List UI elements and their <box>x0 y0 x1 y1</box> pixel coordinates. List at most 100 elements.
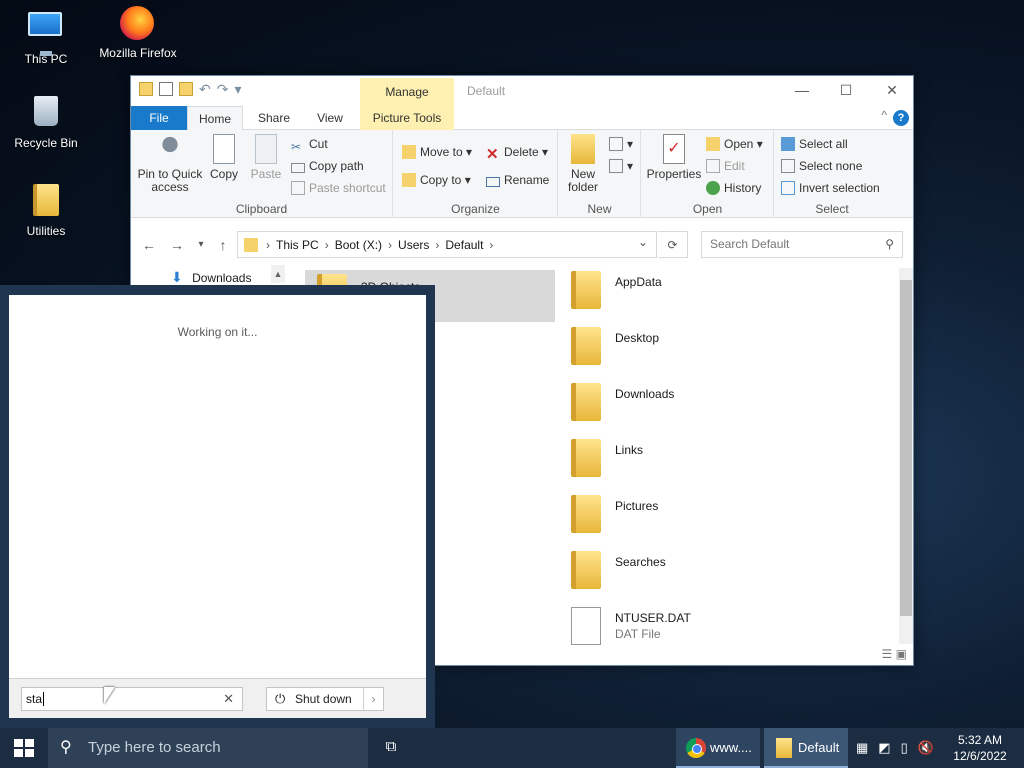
up-button[interactable]: ↑ <box>213 235 233 255</box>
tab-view[interactable]: View <box>303 106 357 130</box>
ribbon-group-new: New folder ▾ ▾ New <box>559 130 641 218</box>
color-icon[interactable]: ◩ <box>878 740 890 756</box>
address-row: ← → ▾ ↑ › This PC › Boot (X:) › Users › … <box>131 229 913 261</box>
breadcrumb-chevron-icon[interactable]: › <box>388 238 392 252</box>
desktop-icon-utilities[interactable]: Utilities <box>6 182 86 238</box>
tab-share[interactable]: Share <box>247 106 301 130</box>
ribbon-group-open: ✓ Properties Open ▾ Edit History Open <box>642 130 774 218</box>
network-icon[interactable]: ▦ <box>856 740 868 756</box>
pin-icon <box>155 134 185 164</box>
desktop-icon-firefox[interactable]: Mozilla Firefox <box>98 6 178 60</box>
close-button[interactable]: ✕ <box>869 76 915 106</box>
select-all-icon <box>781 137 795 151</box>
refresh-button[interactable]: ⟳ <box>658 231 688 258</box>
breadcrumb-boot[interactable]: Boot (X:) <box>335 238 382 252</box>
tab-file[interactable]: File <box>131 106 187 130</box>
rename-button[interactable]: Rename <box>486 170 549 190</box>
back-button[interactable]: ← <box>139 235 159 255</box>
edit-button[interactable]: Edit <box>706 156 745 176</box>
history-icon <box>706 181 720 195</box>
breadcrumb-chevron-icon[interactable]: › <box>489 238 493 252</box>
select-all-button[interactable]: Select all <box>781 134 848 154</box>
taskbar-clock[interactable]: 5:32 AM 12/6/2022 <box>950 732 1010 764</box>
breadcrumb-default[interactable]: Default <box>445 238 483 252</box>
tab-home[interactable]: Home <box>187 106 243 131</box>
nav-scroll-up-icon[interactable]: ▲ <box>271 265 285 283</box>
new-item-button[interactable]: ▾ <box>609 134 633 154</box>
undo-icon[interactable]: ↶ <box>199 82 211 96</box>
desktop-icon-recycle-bin[interactable]: Recycle Bin <box>6 94 86 150</box>
start-button[interactable] <box>0 728 48 768</box>
folder-icon <box>571 271 601 309</box>
shut-down-options-chevron-icon[interactable]: › <box>363 688 383 710</box>
file-list-scrollbar[interactable] <box>899 268 913 644</box>
search-placeholder: Search Default <box>710 237 790 251</box>
details-view-icon[interactable]: ☰ <box>882 647 893 661</box>
list-item[interactable]: Searches <box>569 547 869 599</box>
scrollbar-thumb[interactable] <box>900 280 912 616</box>
properties-button[interactable]: ✓ Properties <box>646 134 702 181</box>
invert-selection-button[interactable]: Invert selection <box>781 178 880 198</box>
rename-icon <box>486 177 500 187</box>
nav-item-downloads[interactable]: ⬇ Downloads <box>171 267 251 287</box>
paste-button[interactable]: Paste <box>245 134 287 181</box>
list-item[interactable]: NTUSER.DAT DAT File <box>569 603 869 647</box>
new-folder-button[interactable]: New folder <box>561 134 605 194</box>
delete-button[interactable]: ✕ Delete ▾ <box>486 142 548 163</box>
search-input[interactable]: sta ✕ <box>21 687 243 711</box>
customize-chevron-icon[interactable]: ▾ <box>234 82 241 96</box>
breadcrumb-this-pc[interactable]: This PC <box>276 238 319 252</box>
pin-quick-access-button[interactable]: Pin to Quick access <box>135 134 205 194</box>
breadcrumb-chevron-icon[interactable]: › <box>435 238 439 252</box>
redo-icon[interactable]: ↷ <box>217 82 229 96</box>
copy-path-button[interactable]: Copy path <box>291 156 364 176</box>
list-item[interactable]: Downloads <box>569 379 869 431</box>
maximize-button[interactable]: ☐ <box>823 76 869 106</box>
taskbar-app-chrome[interactable]: www.... <box>676 728 760 768</box>
collapse-ribbon-icon[interactable]: ^ <box>881 108 887 122</box>
list-item[interactable]: Pictures <box>569 491 869 543</box>
move-to-button[interactable]: Move to ▾ <box>402 142 472 162</box>
windows-logo-icon <box>14 739 34 757</box>
new-folder-icon <box>571 134 595 164</box>
tab-manage[interactable]: Manage <box>360 78 454 106</box>
select-none-button[interactable]: Select none <box>781 156 862 176</box>
properties-icon[interactable] <box>159 82 173 96</box>
help-icon[interactable]: ? <box>893 110 909 126</box>
address-dropdown-chevron-icon[interactable]: ⌄ <box>638 235 648 249</box>
shut-down-button[interactable]: ⏻ Shut down › <box>266 687 384 711</box>
breadcrumb-chevron-icon[interactable]: › <box>325 238 329 252</box>
address-bar[interactable]: › This PC › Boot (X:) › Users › Default … <box>237 231 657 258</box>
properties-check-icon: ✓ <box>663 134 685 164</box>
cut-button[interactable]: ✂ Cut <box>291 134 328 154</box>
clear-icon[interactable]: ✕ <box>223 688 234 710</box>
search-input[interactable]: Search Default ⚲ <box>701 231 903 258</box>
recent-locations-chevron-icon[interactable]: ▾ <box>191 235 211 255</box>
taskbar: ⚲ Type here to search ⧉ www.... Default … <box>0 728 1024 768</box>
list-item[interactable]: Desktop <box>569 323 869 375</box>
list-item[interactable]: AppData <box>569 267 869 319</box>
taskbar-app-explorer[interactable]: Default <box>764 728 848 768</box>
large-icons-view-icon[interactable]: ▣ <box>896 647 907 661</box>
minimize-button[interactable]: — <box>779 76 825 106</box>
new-folder-icon[interactable] <box>179 82 193 96</box>
list-item[interactable]: Links <box>569 435 869 487</box>
breadcrumb-chevron-icon[interactable]: › <box>266 238 270 252</box>
forward-button[interactable]: → <box>167 235 187 255</box>
invert-selection-icon <box>781 181 795 195</box>
tab-picture-tools[interactable]: Picture Tools <box>360 106 454 130</box>
paste-shortcut-button[interactable]: Paste shortcut <box>291 178 386 198</box>
desktop-icon-this-pc[interactable]: This PC <box>6 8 86 66</box>
window-title: Default <box>467 84 506 98</box>
history-button[interactable]: History <box>706 178 761 198</box>
usb-icon[interactable]: ▯ <box>901 740 908 756</box>
open-button[interactable]: Open ▾ <box>706 134 763 154</box>
easy-access-button[interactable]: ▾ <box>609 156 633 176</box>
copy-button[interactable]: Copy <box>205 134 243 181</box>
breadcrumb-users[interactable]: Users <box>398 238 429 252</box>
volume-muted-icon[interactable]: 🔇 <box>918 740 934 756</box>
copy-to-button[interactable]: Copy to ▾ <box>402 170 471 190</box>
taskbar-search-box[interactable]: ⚲ Type here to search <box>48 728 368 768</box>
status-text: Working on it... <box>177 325 258 339</box>
task-view-icon[interactable]: ⧉ <box>380 738 402 758</box>
